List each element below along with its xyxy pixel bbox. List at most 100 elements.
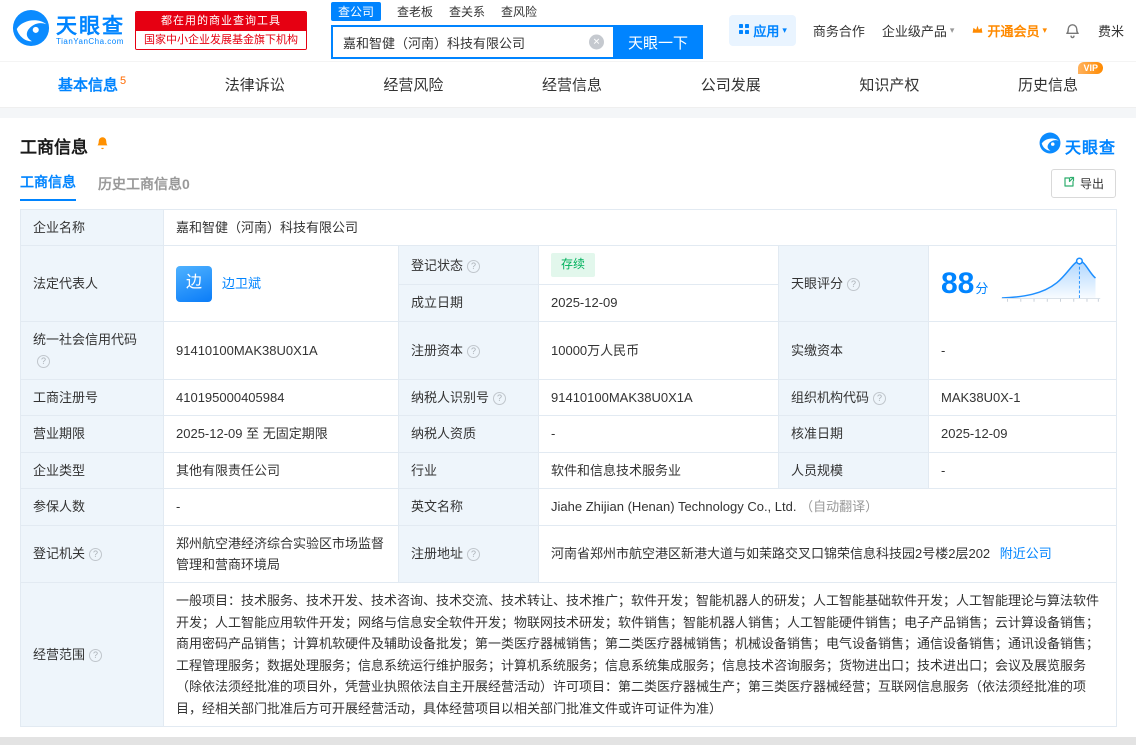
top-header: 天眼查 TianYanCha.com 都在用的商业查询工具 国家中小企业发展基金…	[0, 0, 1136, 62]
help-icon[interactable]: ?	[37, 355, 50, 369]
field-label: 法定代表人	[20, 245, 164, 322]
credit-code-value: 91410100MAK38U0X1A	[163, 320, 399, 380]
chevron-down-icon: ▾	[949, 25, 955, 35]
divider-band	[0, 108, 1136, 118]
header-nav: 应用 ▾ 商务合作 企业级产品 ▾ 开通会员 ▾ 费米	[729, 15, 1124, 46]
help-icon[interactable]: ?	[467, 344, 481, 358]
table-row: 企业名称 嘉和智健（河南）科技有限公司	[20, 208, 1118, 247]
section-header: 工商信息 天眼查	[0, 118, 1136, 167]
field-label: 企业类型	[20, 451, 164, 490]
search-button[interactable]: 天眼一下	[613, 25, 703, 59]
export-label: 导出	[1079, 177, 1104, 191]
table-row: 工商注册号 410195000405984 纳税人识别号? 91410100MA…	[20, 378, 1118, 417]
tianyancha-small-logo-icon	[1039, 132, 1061, 159]
brand-slogan-badge: 都在用的商业查询工具 国家中小企业发展基金旗下机构	[135, 11, 307, 50]
legal-rep-link[interactable]: 边卫斌	[222, 273, 261, 294]
notification-bell-icon[interactable]	[1064, 22, 1081, 39]
company-type-value: 其他有限责任公司	[163, 451, 399, 490]
badge-line1: 都在用的商业查询工具	[136, 12, 306, 31]
legal-rep-avatar[interactable]: 边	[176, 265, 212, 302]
field-label: 英文名称	[398, 488, 539, 526]
tab-company-development[interactable]: 公司发展	[701, 74, 761, 95]
user-name[interactable]: 费米	[1098, 21, 1124, 40]
help-icon[interactable]: ?	[89, 648, 103, 662]
tab-history-info-label: 历史信息	[1017, 77, 1078, 94]
field-label: 注册地址?	[398, 524, 539, 584]
help-icon[interactable]: ?	[467, 548, 481, 562]
horizontal-scrollbar[interactable]	[0, 737, 1136, 745]
field-label: 组织机构代码?	[778, 378, 929, 417]
table-row: 企业类型 其他有限责任公司 行业 软件和信息技术服务业 人员规模 -	[20, 451, 1118, 490]
reg-status-cell: 存续	[538, 245, 779, 286]
chevron-down-icon: ▾	[782, 25, 787, 35]
business-info-table: 企业名称 嘉和智健（河南）科技有限公司 法定代表人 边 边卫斌 登记状态? 存续…	[20, 208, 1118, 727]
brand-watermark: 天眼查	[1039, 132, 1116, 159]
help-icon[interactable]: ?	[873, 391, 887, 405]
score-chart	[1000, 253, 1104, 313]
score-cell: 88分	[927, 245, 1118, 322]
export-button[interactable]: 导出	[1050, 169, 1116, 198]
help-icon[interactable]: ?	[847, 277, 861, 291]
tianyancha-logo[interactable]: 天眼查 TianYanCha.com	[12, 9, 125, 52]
insured-count-value: -	[163, 488, 399, 526]
table-row: 统一社会信用代码? 91410100MAK38U0X1A 注册资本? 10000…	[20, 320, 1118, 380]
enterprise-product-menu[interactable]: 企业级产品 ▾	[882, 21, 955, 40]
table-row: 法定代表人 边 边卫斌 登记状态? 存续 天眼评分? 88分	[20, 245, 1118, 322]
address-value: 河南省郑州市航空港区新港大道与如茉路交叉口锦荣信息科技园2号楼2层202 附近公…	[537, 524, 1118, 584]
subtab-history-business-info[interactable]: 历史工商信息0	[98, 174, 190, 201]
section-title: 工商信息	[20, 138, 88, 157]
field-label: 营业期限	[20, 415, 164, 453]
help-icon[interactable]: ?	[493, 391, 507, 405]
staff-size-value: -	[927, 451, 1118, 490]
open-vip-menu[interactable]: 开通会员 ▾	[971, 21, 1047, 40]
field-label: 登记状态?	[398, 245, 539, 286]
org-code-value: MAK38U0X-1	[927, 378, 1118, 417]
field-label: 天眼评分?	[778, 245, 929, 322]
field-label: 企业名称	[20, 208, 164, 247]
reg-capital-value: 10000万人民币	[538, 320, 779, 380]
reg-authority-value: 郑州航空港经济综合实验区市场监督管理和营商环境局	[163, 524, 399, 584]
search-tab-company[interactable]: 查公司	[331, 2, 382, 21]
tab-legal-litigation[interactable]: 法律诉讼	[225, 74, 285, 95]
clear-icon[interactable]: ✕	[589, 34, 604, 50]
field-label: 核准日期	[778, 415, 929, 453]
tab-operation-risk[interactable]: 经营风险	[383, 74, 443, 95]
field-label: 实缴资本	[778, 320, 929, 380]
approval-date-value: 2025-12-09	[927, 415, 1118, 453]
company-name-value: 嘉和智健（河南）科技有限公司	[162, 208, 1118, 247]
search-block: 查公司 查老板 查关系 查风险 ✕ 天眼一下	[331, 2, 703, 59]
table-row: 经营范围? 一般项目：技术服务、技术开发、技术咨询、技术交流、技术转让、技术推广…	[20, 582, 1118, 727]
help-icon[interactable]: ?	[467, 259, 481, 273]
logo-title: 天眼查	[56, 14, 125, 38]
business-cooperation-link[interactable]: 商务合作	[813, 21, 865, 40]
company-tabbar: 基本信息 5 法律诉讼 经营风险 经营信息 公司发展 知识产权 历史信息 VIP	[0, 62, 1136, 108]
open-vip-label: 开通会员	[987, 24, 1040, 39]
nearby-companies-link[interactable]: 附近公司	[1000, 546, 1052, 561]
tab-basic-info-label: 基本信息	[58, 77, 119, 94]
help-icon[interactable]: ?	[89, 548, 103, 562]
field-label: 行业	[398, 451, 539, 490]
vip-badge: VIP	[1078, 62, 1103, 74]
tab-intellectual-property[interactable]: 知识产权	[859, 74, 919, 95]
field-label: 人员规模	[778, 451, 929, 490]
chevron-down-icon: ▾	[1042, 25, 1047, 35]
taxpayer-quality-value: -	[538, 415, 779, 453]
monitor-bell-icon[interactable]	[95, 136, 110, 156]
search-tab-risk[interactable]: 查风险	[501, 3, 537, 20]
tab-basic-info[interactable]: 基本信息 5	[58, 74, 126, 95]
tab-operation-info[interactable]: 经营信息	[542, 74, 602, 95]
field-label: 经营范围?	[20, 582, 164, 727]
taxpayer-no-value: 91410100MAK38U0X1A	[538, 378, 779, 417]
field-label: 成立日期	[398, 284, 539, 322]
search-tab-relation[interactable]: 查关系	[449, 3, 485, 20]
subtab-business-info[interactable]: 工商信息	[20, 172, 76, 201]
tianyancha-logo-icon	[12, 9, 50, 52]
subtab-row: 工商信息 历史工商信息0 导出	[0, 167, 1136, 201]
search-tab-boss[interactable]: 查老板	[397, 3, 433, 20]
apps-menu[interactable]: 应用 ▾	[729, 15, 796, 46]
enterprise-product-label: 企业级产品	[881, 24, 947, 39]
table-row: 参保人数 - 英文名称 Jiahe Zhijian (Henan) Techno…	[20, 488, 1118, 526]
search-input[interactable]	[331, 25, 613, 59]
legal-rep-cell: 边 边卫斌	[163, 245, 399, 322]
tab-history-info[interactable]: 历史信息 VIP	[1017, 62, 1103, 95]
